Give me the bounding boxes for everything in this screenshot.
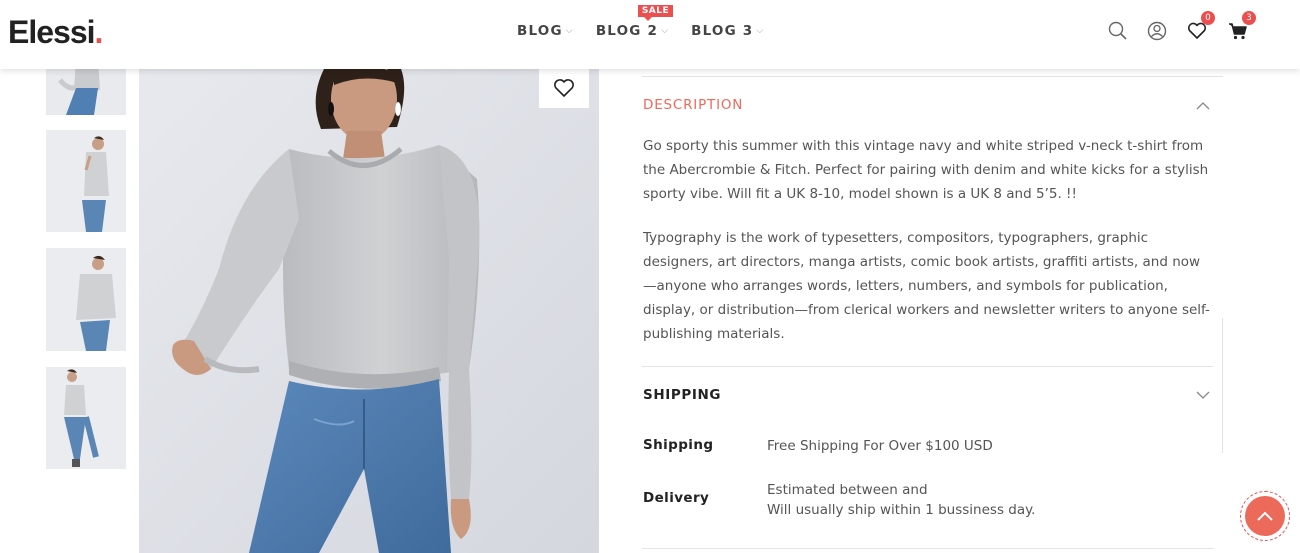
product-main-image[interactable] xyxy=(139,69,599,553)
divider xyxy=(642,548,1213,549)
product-thumbnail[interactable] xyxy=(46,367,126,469)
description-paragraph: Typography is the work of typesetters, c… xyxy=(643,230,1210,342)
divider xyxy=(642,76,1223,77)
nav-blog-label: BLOG xyxy=(517,23,563,39)
main-nav: BLOG ⌵ SALE BLOG 2 ⌵ BLOG 3 ⌵ xyxy=(517,5,786,39)
wishlist-count-badge: 0 xyxy=(1201,11,1215,25)
nav-blog[interactable]: BLOG ⌵ xyxy=(517,23,574,39)
cart-icon[interactable]: 3 xyxy=(1227,11,1256,42)
sale-badge: SALE xyxy=(637,5,674,21)
cart-count-badge: 3 xyxy=(1242,11,1256,25)
user-icon[interactable] xyxy=(1146,20,1168,42)
delivery-label: Delivery xyxy=(643,490,710,506)
wishlist-icon[interactable]: 0 xyxy=(1186,11,1215,42)
nav-blog-3[interactable]: BLOG 3 ⌵ xyxy=(691,23,764,39)
description-paragraph: Go sporty this summer with this vintage … xyxy=(643,138,1209,202)
divider xyxy=(1222,318,1223,453)
nav-blog-3-label: BLOG 3 xyxy=(691,23,754,39)
chevron-down-icon: ⌵ xyxy=(661,26,670,36)
shipping-value: Free Shipping For Over $100 USD xyxy=(767,438,993,454)
description-tab-title[interactable]: DESCRIPTION xyxy=(643,97,743,113)
product-thumbnail[interactable] xyxy=(46,248,126,351)
search-icon[interactable] xyxy=(1107,20,1129,42)
heart-icon xyxy=(554,78,574,97)
delivery-value: Estimated between and xyxy=(767,482,928,498)
add-to-wishlist-button[interactable] xyxy=(539,67,589,108)
scroll-to-top-button[interactable] xyxy=(1240,491,1290,541)
delivery-note: Will usually ship within 1 bussiness day… xyxy=(767,502,1036,518)
brand-logo[interactable]: Elessi. xyxy=(8,14,103,51)
chevron-up-icon[interactable] xyxy=(1196,101,1210,110)
chevron-up-icon xyxy=(1257,511,1273,521)
product-thumbnail[interactable] xyxy=(46,130,126,232)
shipping-tab-title[interactable]: SHIPPING xyxy=(643,387,721,403)
nav-blog-2[interactable]: SALE BLOG 2 ⌵ xyxy=(595,5,674,39)
chevron-down-icon: ⌵ xyxy=(565,26,574,36)
divider xyxy=(642,366,1213,367)
chevron-down-icon[interactable] xyxy=(1196,391,1210,400)
site-header: Elessi. BLOG ⌵ SALE BLOG 2 ⌵ BLOG 3 ⌵ 0 … xyxy=(0,0,1300,69)
chevron-down-icon: ⌵ xyxy=(756,26,765,36)
shipping-label: Shipping xyxy=(643,437,714,453)
nav-blog-2-label: BLOG 2 xyxy=(595,23,659,39)
